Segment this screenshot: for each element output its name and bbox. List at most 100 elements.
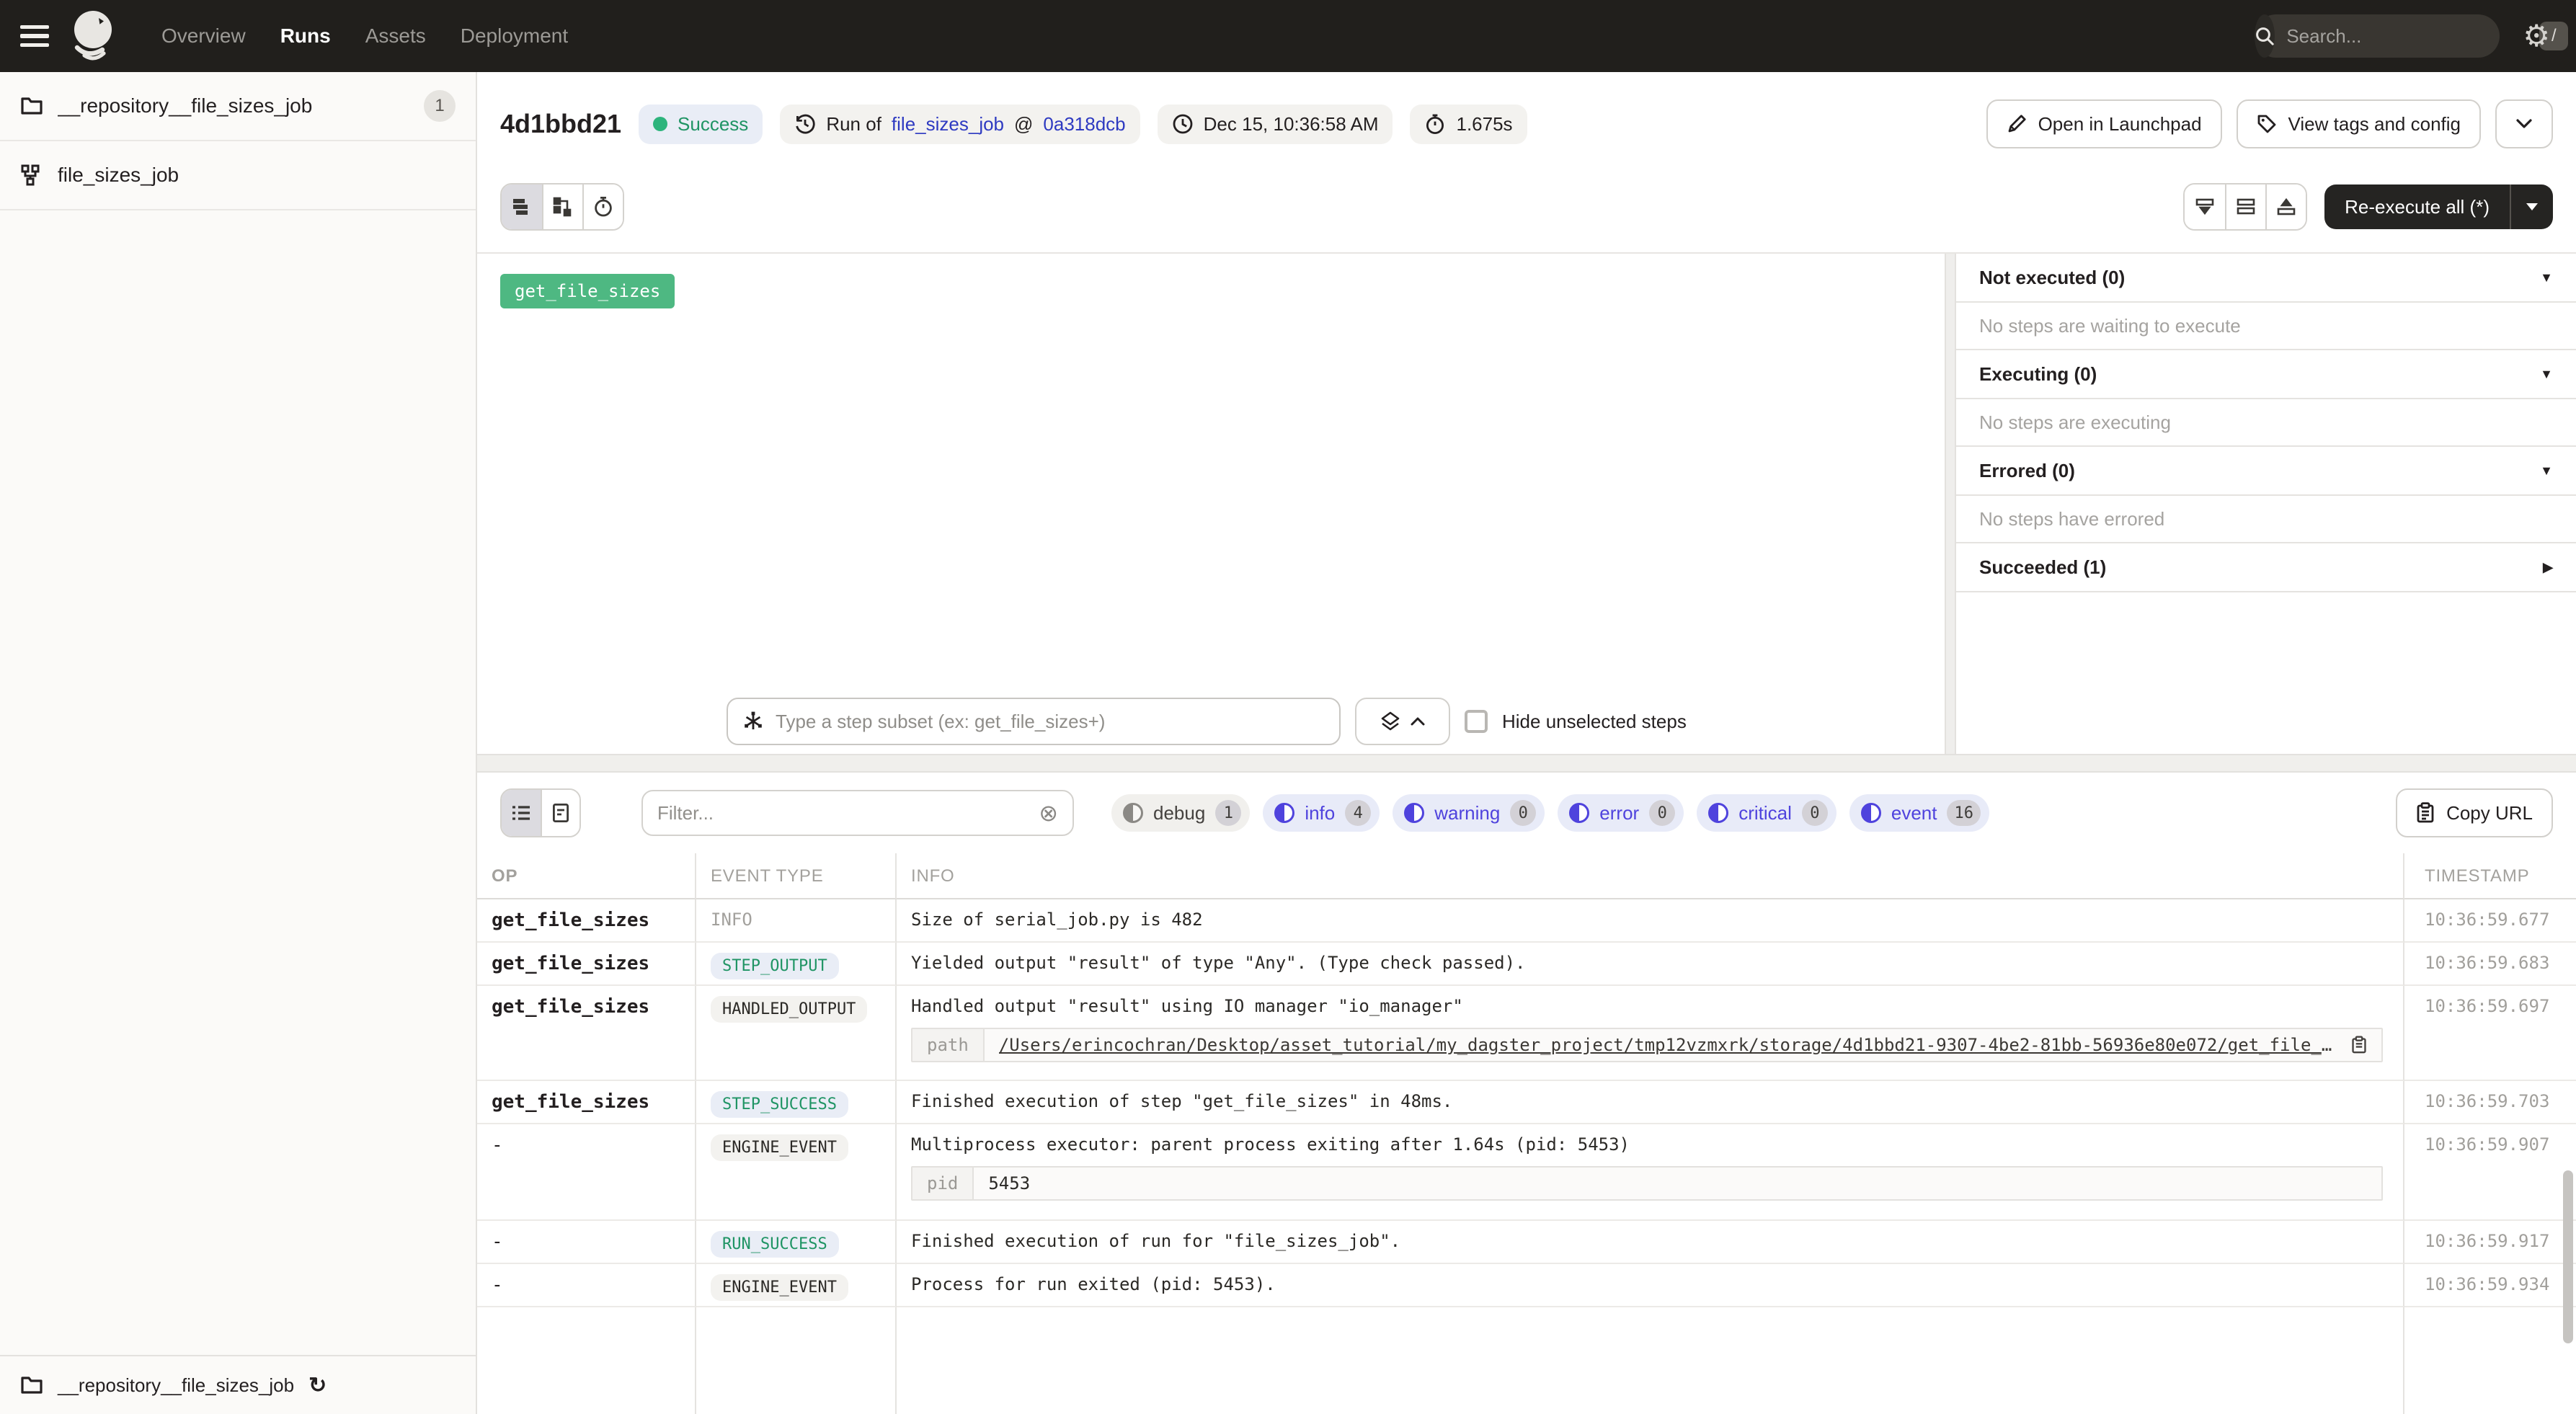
log-table-scrollbar[interactable] [2563, 875, 2573, 1408]
column-header-timestamp: TIMESTAMP [2404, 853, 2576, 899]
nav-deployment[interactable]: Deployment [461, 25, 568, 48]
sidebar-item-label: __repository__file_sizes_job [58, 94, 409, 117]
gantt-section: get_file_sizes [477, 254, 2576, 754]
log-row-timestamp: 10:36:59.703 [2404, 1081, 2576, 1124]
toggle-event[interactable]: event 16 [1849, 794, 1989, 832]
metadata-entry-pid: pid 5453 [911, 1166, 2383, 1201]
log-row-event-type: HANDLED_OUTPUT [696, 986, 897, 1081]
logs-toolbar: ⊗ debug 1 info 4 warning [477, 773, 2576, 853]
section-succeeded[interactable]: Succeeded (1) ▶ [1956, 543, 2576, 592]
gantt-waterfall-view-button[interactable] [542, 184, 582, 229]
job-link[interactable]: file_sizes_job [892, 113, 1004, 135]
scrollbar-thumb[interactable] [2563, 1170, 2573, 1343]
panel-split-button[interactable] [2225, 184, 2265, 229]
log-filter-input[interactable] [657, 802, 1039, 824]
sidebar-footer-repository[interactable]: __repository__file_sizes_job ↻ [0, 1355, 476, 1414]
step-subset-field[interactable] [727, 698, 1341, 745]
log-filter-field[interactable]: ⊗ [641, 790, 1074, 836]
log-row-info: Handled output "result" using IO manager… [897, 986, 2404, 1081]
global-search[interactable]: / [2255, 14, 2500, 58]
reload-repository-icon[interactable]: ↻ [308, 1373, 327, 1398]
nav-overview[interactable]: Overview [161, 25, 246, 48]
event-type-badge: ENGINE_EVENT [711, 1274, 848, 1301]
log-row-op: - [477, 1124, 696, 1221]
sidebar-item-job[interactable]: file_sizes_job [0, 141, 476, 210]
open-in-launchpad-button[interactable]: Open in Launchpad [1986, 99, 2222, 148]
panel-top-button[interactable] [2265, 184, 2306, 229]
gantt-chart-panel: get_file_sizes [477, 254, 1945, 754]
hamburger-menu-icon[interactable] [20, 25, 49, 47]
run-of-tag: Run of file_sizes_job @ 0a318dcb [780, 105, 1140, 144]
log-view-mode-group [500, 788, 581, 837]
collapse-arrow-icon: ▼ [2540, 270, 2553, 285]
log-row-op[interactable]: get_file_sizes [477, 986, 696, 1081]
event-type-badge: STEP_OUTPUT [711, 953, 839, 979]
copy-url-button[interactable]: Copy URL [2396, 788, 2553, 837]
graph-query-icon [742, 711, 764, 732]
gantt-flat-view-button[interactable] [502, 184, 542, 229]
graph-query-options-button[interactable] [1355, 698, 1450, 745]
event-type-badge: STEP_SUCCESS [711, 1091, 848, 1118]
step-subset-input[interactable] [776, 711, 1325, 733]
critical-count-badge: 0 [1802, 800, 1828, 826]
metadata-key: path [912, 1029, 985, 1061]
toggle-critical[interactable]: critical 0 [1697, 794, 1836, 832]
clear-filter-icon[interactable]: ⊗ [1039, 801, 1058, 824]
log-row-timestamp: 10:36:59.907 [2404, 1124, 2576, 1221]
toggle-debug[interactable]: debug 1 [1111, 794, 1250, 832]
nav-runs[interactable]: Runs [280, 25, 331, 48]
table-filler [477, 1307, 696, 1414]
commit-link[interactable]: 0a318dcb [1043, 113, 1125, 135]
column-header-info: INFO [897, 853, 2404, 899]
panel-bottom-button[interactable] [2185, 184, 2225, 229]
sidebar-item-repository[interactable]: __repository__file_sizes_job 1 [0, 72, 476, 141]
view-tags-config-button[interactable]: View tags and config [2237, 99, 2481, 148]
reexecute-all-button[interactable]: Re-execute all (*) [2324, 184, 2510, 229]
log-row-event-type: STEP_OUTPUT [696, 943, 897, 986]
log-row-op: - [477, 1264, 696, 1307]
reexecute-dropdown-button[interactable] [2510, 184, 2553, 229]
path-link[interactable]: /Users/erincochran/Desktop/asset_tutoria… [999, 1035, 2340, 1055]
log-row-op[interactable]: get_file_sizes [477, 943, 696, 986]
empty-state-text: No steps are waiting to execute [1956, 303, 2576, 350]
log-row-info: Size of serial_job.py is 482 [897, 899, 2404, 943]
structured-log-view-button[interactable] [502, 790, 541, 836]
search-input[interactable] [2286, 25, 2528, 48]
toggle-switch-icon [1708, 803, 1728, 823]
log-row-timestamp: 10:36:59.683 [2404, 943, 2576, 986]
vertical-resize-handle[interactable] [1945, 254, 1956, 754]
section-not-executed[interactable]: Not executed (0) ▼ [1956, 254, 2576, 303]
log-row-op[interactable]: get_file_sizes [477, 899, 696, 943]
debug-count-badge: 1 [1215, 800, 1241, 826]
pencil-icon [2007, 114, 2027, 134]
table-filler [2404, 1307, 2576, 1414]
event-type-badge: RUN_SUCCESS [711, 1231, 839, 1258]
log-row-op[interactable]: get_file_sizes [477, 1081, 696, 1124]
clipboard-icon [2416, 802, 2435, 824]
dagster-run-page: Overview Runs Assets Deployment / ⚙ [0, 0, 2576, 1414]
log-row-info: Multiprocess executor: parent process ex… [897, 1124, 2404, 1221]
empty-state-text: No steps are executing [1956, 399, 2576, 447]
section-errored[interactable]: Errored (0) ▼ [1956, 447, 2576, 496]
section-executing[interactable]: Executing (0) ▼ [1956, 350, 2576, 399]
gantt-step-get-file-sizes[interactable]: get_file_sizes [500, 274, 675, 308]
run-actions-dropdown-button[interactable] [2495, 99, 2553, 148]
main-content: 4d1bbd21 Success Run of file_sizes_job [477, 72, 2576, 1414]
empty-state-text: No steps have errored [1956, 496, 2576, 543]
run-duration-tag: 1.675s [1410, 105, 1527, 144]
horizontal-resize-handle[interactable] [477, 754, 2576, 773]
log-row-timestamp: 10:36:59.934 [2404, 1264, 2576, 1307]
run-id-title: 4d1bbd21 [500, 109, 621, 139]
gantt-timer-view-button[interactable] [582, 184, 623, 229]
toggle-info[interactable]: info 4 [1263, 794, 1380, 832]
raw-log-view-button[interactable] [541, 790, 579, 836]
toggle-warning[interactable]: warning 0 [1393, 794, 1545, 832]
toggle-error[interactable]: error 0 [1558, 794, 1684, 832]
log-row-info: Yielded output "result" of type "Any". (… [897, 943, 2404, 986]
log-row-event-type: ENGINE_EVENT [696, 1264, 897, 1307]
settings-gear-icon[interactable]: ⚙ [2523, 21, 2550, 51]
copy-path-icon[interactable] [2351, 1036, 2367, 1054]
nav-assets[interactable]: Assets [365, 25, 426, 48]
chevron-down-icon [2515, 118, 2533, 130]
hide-unselected-checkbox[interactable] [1465, 710, 1488, 733]
